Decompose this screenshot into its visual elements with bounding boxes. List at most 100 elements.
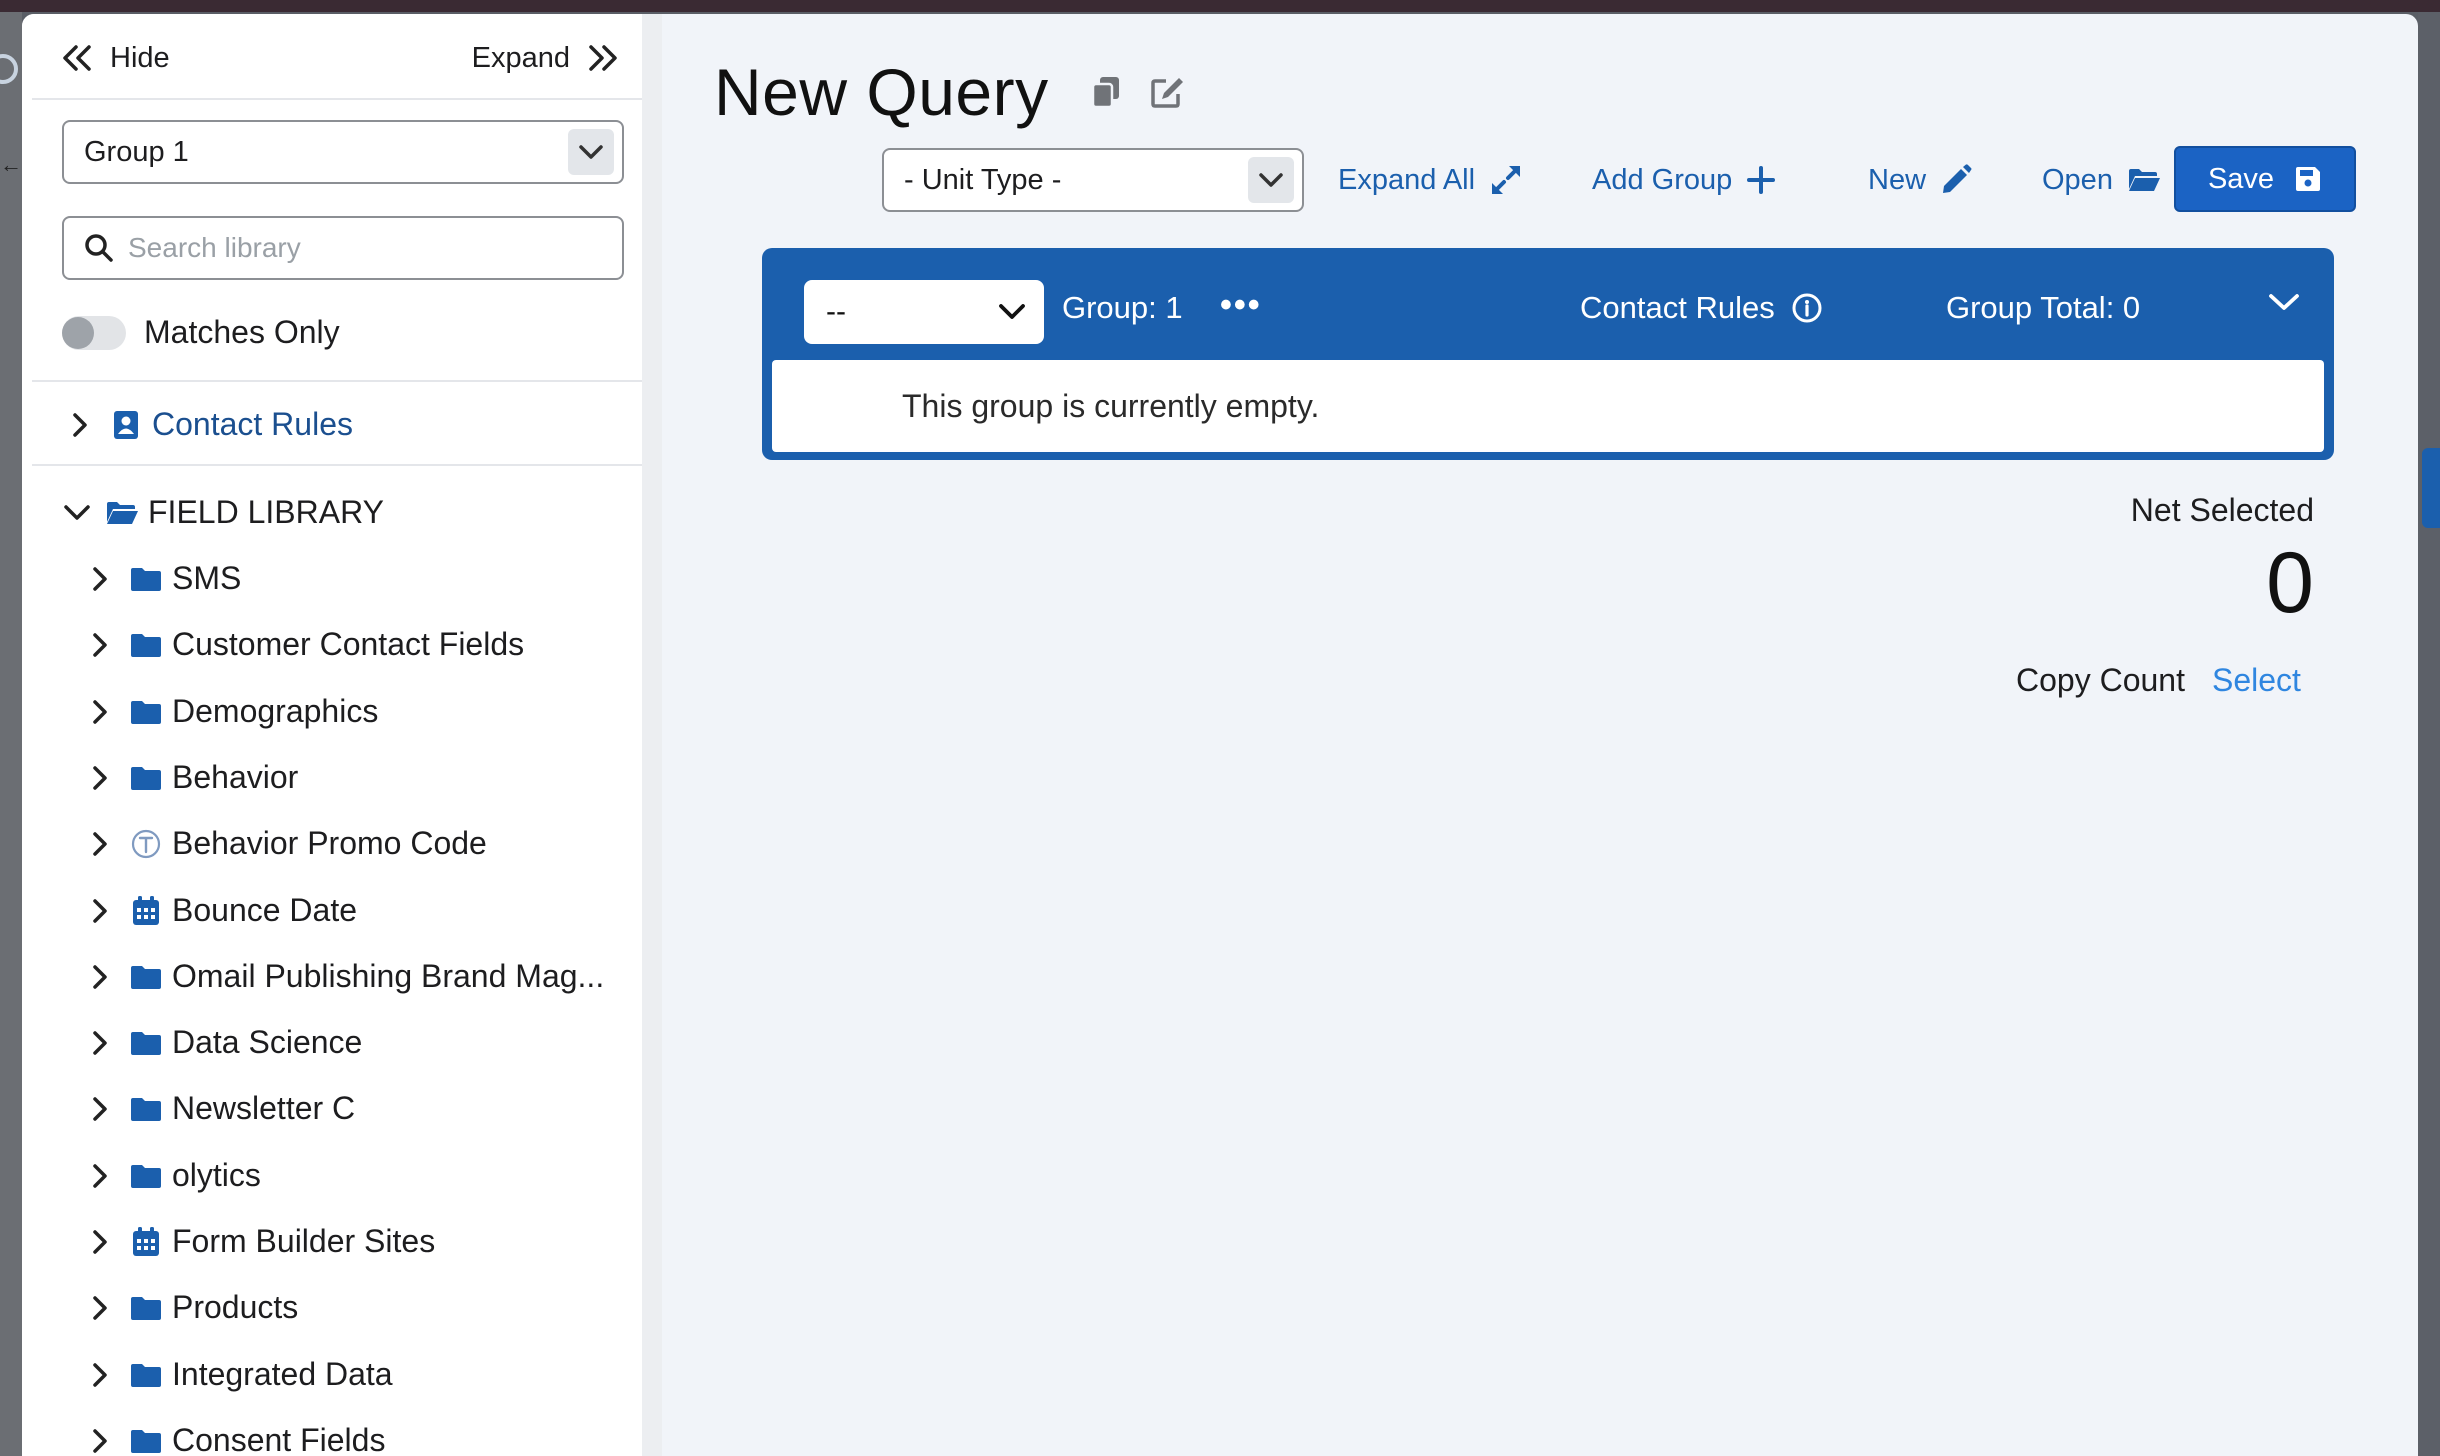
expand-all-button[interactable]: Expand All: [1338, 148, 1523, 212]
query-main: New Query - Unit Type - Expand All Add G…: [662, 14, 2418, 1456]
chevron-right-icon: [90, 763, 110, 793]
contact-rules-item[interactable]: Contact Rules: [70, 406, 353, 443]
net-selected-label: Net Selected: [2130, 492, 2314, 528]
tree-item-label: Demographics: [172, 693, 379, 729]
chevron-right-icon: [90, 1094, 110, 1124]
expand-button[interactable]: Expand: [472, 42, 620, 75]
chevron-right-icon: [90, 1028, 110, 1058]
tree-item-label: Customer Contact Fields: [172, 626, 525, 662]
calendar-icon: [128, 895, 164, 926]
folder-icon: [128, 1028, 164, 1058]
field-library-sidebar: Hide Expand Group 1 Matches Only: [22, 14, 642, 1456]
open-button[interactable]: Open: [2042, 148, 2161, 212]
new-button[interactable]: New: [1868, 148, 1972, 212]
chevron-right-icon: [90, 1360, 110, 1390]
window-top-bar: [0, 0, 2440, 12]
more-options-icon[interactable]: •••: [1220, 286, 1262, 325]
double-chevron-left-icon: [63, 45, 91, 71]
folder-open-icon: [104, 498, 140, 528]
matches-only-toggle[interactable]: [62, 315, 126, 350]
tree-item[interactable]: SMS: [90, 560, 241, 597]
tree-item[interactable]: Consent Fields: [90, 1422, 385, 1456]
query-group-card: -- Group: 1 ••• Contact Rules Group Tota…: [762, 248, 2334, 460]
tree-item[interactable]: Form Builder Sites: [90, 1223, 435, 1260]
tree-item-label: Omail Publishing Brand Mag...: [172, 958, 605, 994]
copy-count-label: Copy Count: [2016, 662, 2185, 698]
folder-icon: [128, 630, 164, 660]
tree-item-label: Data Science: [172, 1024, 363, 1060]
tree-item-label: Newsletter C: [172, 1090, 356, 1126]
group-select[interactable]: Group 1: [62, 120, 624, 184]
divider: [32, 380, 642, 382]
back-arrow-icon: ←: [0, 152, 22, 177]
copy-count-select-link[interactable]: Select: [2212, 662, 2301, 699]
hide-button[interactable]: Hide: [60, 42, 170, 75]
folder-icon: [128, 1360, 164, 1390]
search-library: [62, 216, 624, 280]
chevron-down-icon: [568, 129, 614, 175]
tree-item-label: SMS: [172, 560, 242, 596]
tree-item[interactable]: Bounce Date: [90, 892, 357, 929]
unit-type-select[interactable]: - Unit Type -: [882, 148, 1304, 212]
sidebar-scrollbar[interactable]: [642, 14, 662, 1456]
tree-item[interactable]: Data Science: [90, 1024, 362, 1061]
group-header: -- Group: 1 ••• Contact Rules Group Tota…: [762, 248, 2334, 358]
tree-item-label: Bounce Date: [172, 892, 358, 928]
group-total: Group Total: 0: [1946, 290, 2141, 325]
chevron-right-icon: [90, 962, 110, 992]
tree-item[interactable]: Omail Publishing Brand Mag...: [90, 958, 604, 995]
tree-item-label: Behavior Promo Code: [172, 825, 487, 861]
tree-item[interactable]: Products: [90, 1289, 298, 1326]
chevron-right-icon: [90, 1293, 110, 1323]
tree-item[interactable]: Customer Contact Fields: [90, 626, 524, 663]
plus-icon: [1747, 166, 1776, 194]
search-input[interactable]: [128, 232, 608, 264]
background-app-left: ←: [0, 12, 22, 1456]
contact-rules-label: Contact Rules: [152, 406, 353, 442]
tree-item[interactable]: Behavior: [90, 759, 298, 796]
save-label: Save: [2207, 162, 2275, 195]
double-chevron-right-icon: [589, 45, 617, 71]
info-icon: [1792, 293, 1822, 323]
unit-type-value: - Unit Type -: [904, 163, 1062, 196]
tree-item-label: Consent Fields: [172, 1422, 386, 1456]
background-tab: [2422, 448, 2440, 528]
background-app-right: [2418, 12, 2440, 1456]
chevron-right-icon: [90, 564, 110, 594]
edit-icon[interactable]: [1148, 72, 1188, 112]
tree-item[interactable]: Newsletter C: [90, 1090, 355, 1127]
folder-icon: [128, 564, 164, 594]
page-title: New Query: [714, 55, 1049, 129]
divider: [32, 98, 642, 100]
text-field-icon: [128, 829, 164, 859]
chevron-down-icon: [999, 304, 1025, 319]
chevron-right-icon: [90, 829, 110, 859]
save-button[interactable]: Save: [2174, 146, 2356, 212]
field-library-root[interactable]: FIELD LIBRARY: [62, 494, 384, 531]
expand-all-label: Expand All: [1338, 163, 1476, 196]
collapse-group-icon[interactable]: [2268, 292, 2300, 317]
tree-item[interactable]: Demographics: [90, 693, 378, 730]
chevron-right-icon: [90, 1227, 110, 1257]
chevron-right-icon: [90, 1161, 110, 1191]
sidebar-controls: Hide Expand: [60, 36, 620, 80]
expand-arrows-icon: [1492, 166, 1521, 194]
group-operator-value: --: [826, 295, 846, 328]
tree-item[interactable]: Integrated Data: [90, 1356, 393, 1393]
folder-icon: [128, 763, 164, 793]
group-select-value: Group 1: [84, 135, 189, 168]
group-contact-rules-label: Contact Rules: [1580, 290, 1775, 325]
tree-item[interactable]: Behavior Promo Code: [90, 825, 487, 862]
group-contact-rules[interactable]: Contact Rules: [1580, 290, 1823, 326]
tree-item[interactable]: olytics: [90, 1157, 261, 1194]
chevron-right-icon: [90, 630, 110, 660]
copy-icon[interactable]: [1086, 72, 1126, 112]
folder-icon: [128, 1426, 164, 1456]
divider: [32, 464, 642, 466]
chevron-right-icon: [70, 410, 90, 440]
add-group-label: Add Group: [1592, 163, 1733, 196]
folder-icon: [128, 697, 164, 727]
add-group-button[interactable]: Add Group: [1592, 148, 1776, 212]
app-logo-icon: [0, 54, 18, 84]
group-operator-select[interactable]: --: [804, 280, 1044, 344]
